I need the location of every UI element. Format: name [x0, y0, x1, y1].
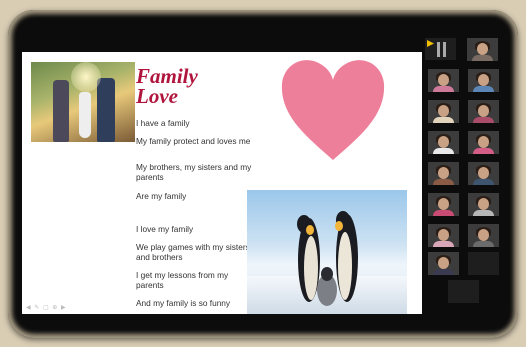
participant-tile[interactable] — [428, 224, 459, 247]
shared-slide: Family Love I have a family My family pr… — [22, 52, 422, 314]
participant-tile[interactable] — [468, 224, 499, 247]
participant-tile[interactable] — [468, 100, 499, 123]
slide-navigation-controls[interactable]: ◀ ✎ ▢ ⊕ ▶ — [26, 304, 67, 311]
participant-tile[interactable] — [428, 69, 459, 92]
penguins-photo — [247, 190, 407, 314]
participant-tile[interactable] — [428, 100, 459, 123]
participant-tile[interactable] — [468, 162, 499, 185]
participant-tile[interactable] — [468, 69, 499, 92]
participant-tile[interactable] — [428, 193, 459, 216]
participant-tile[interactable] — [468, 252, 499, 275]
participant-tile[interactable] — [468, 131, 499, 154]
poem-line: My family protect and loves me — [136, 136, 251, 146]
poem-line: And my family is so funny — [136, 298, 231, 308]
participant-tile[interactable] — [428, 131, 459, 154]
family-photo — [31, 62, 135, 142]
poem-line: I have a family — [136, 118, 190, 128]
participant-tile[interactable] — [467, 38, 498, 61]
slide-title: Family Love — [136, 64, 256, 108]
poem-line: I get my lessons from my parents — [136, 270, 229, 290]
slide-title-line-2: Love — [136, 84, 178, 108]
participant-tile[interactable] — [428, 252, 459, 275]
poem-line: I love my family — [136, 224, 194, 234]
poem-line: My brothers, my sisters and my parents — [136, 162, 252, 182]
poem-line: Are my family — [136, 191, 187, 201]
participant-tile[interactable] — [448, 280, 479, 303]
poem-line: We play games with my sisters and brothe… — [136, 242, 250, 262]
participant-tile[interactable] — [425, 38, 456, 60]
participant-tile[interactable] — [468, 193, 499, 216]
participant-tile[interactable] — [428, 162, 459, 185]
heart-image — [281, 60, 385, 160]
gallery-top-bar — [422, 38, 498, 61]
speaker-icon — [427, 40, 434, 47]
slide-title-line-1: Family — [136, 64, 198, 88]
